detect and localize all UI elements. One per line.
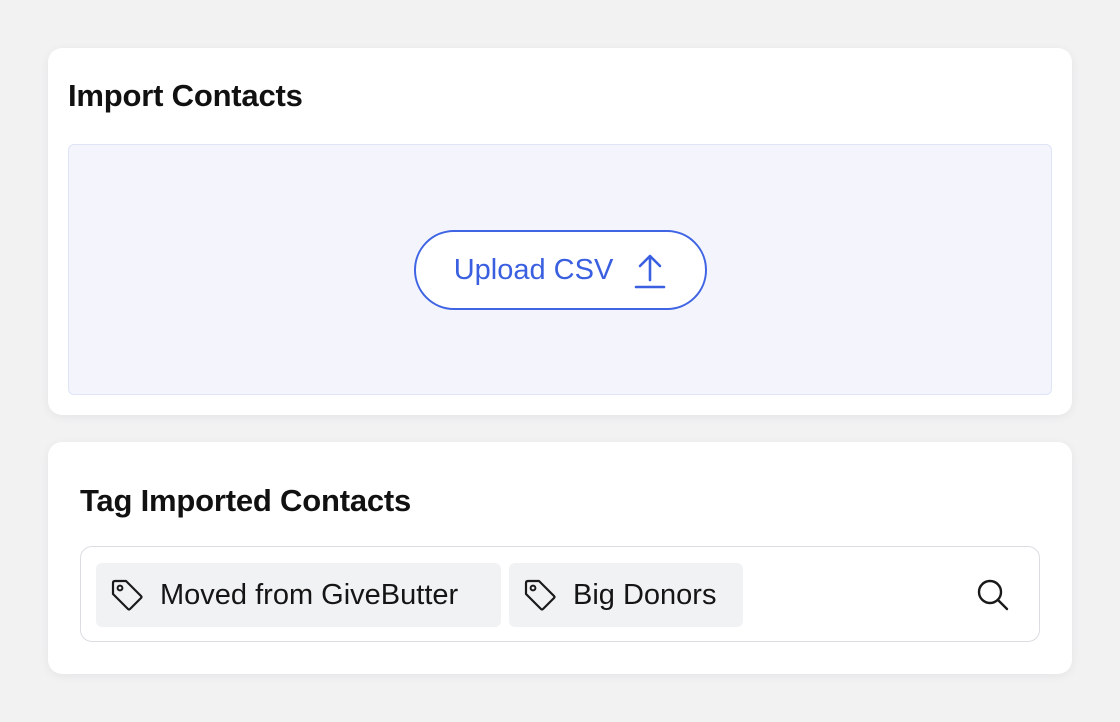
tag-icon	[110, 578, 144, 612]
csv-dropzone[interactable]: Upload CSV	[68, 144, 1052, 395]
search-icon[interactable]	[975, 577, 1011, 613]
import-contacts-title: Import Contacts	[68, 78, 303, 113]
tag-imported-contacts-card: Tag Imported Contacts Moved from GiveBut…	[48, 442, 1072, 674]
upload-csv-button[interactable]: Upload CSV	[414, 230, 707, 310]
tag-icon	[523, 578, 557, 612]
upload-csv-label: Upload CSV	[453, 253, 614, 286]
tag-imported-contacts-title: Tag Imported Contacts	[80, 483, 412, 518]
import-contacts-card: Import Contacts Upload CSV	[48, 48, 1072, 415]
upload-icon	[633, 250, 667, 290]
tag-chip[interactable]: Moved from GiveButter	[96, 563, 501, 627]
tag-chip-label: Big Donors	[573, 578, 717, 611]
tag-chip-label: Moved from GiveButter	[160, 578, 459, 611]
tag-chip[interactable]: Big Donors	[509, 563, 743, 627]
tag-input-field[interactable]: Moved from GiveButter Big Donors	[80, 546, 1040, 642]
